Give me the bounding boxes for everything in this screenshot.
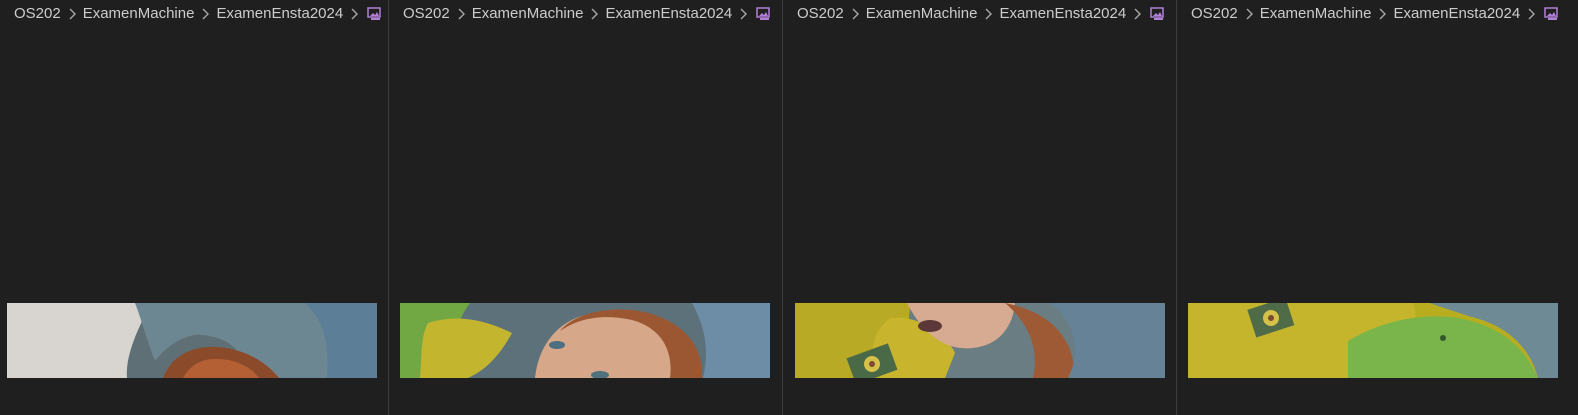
breadcrumb-os202[interactable]: OS202: [14, 2, 61, 26]
editor-pane-3: OS202 ExamenMachine ExamenEnsta2024: [783, 0, 1176, 415]
image-preview-strip: [7, 303, 377, 378]
image-file-icon[interactable]: [1543, 6, 1559, 22]
image-preview-strip: [1188, 303, 1558, 378]
chevron-right-icon: [1527, 8, 1536, 20]
editor-pane-4: OS202 ExamenMachine ExamenEnsta2024: [1177, 0, 1578, 415]
breadcrumb-examenmachine[interactable]: ExamenMachine: [866, 2, 978, 26]
breadcrumb: OS202 ExamenMachine ExamenEnsta2024: [797, 2, 1165, 26]
breadcrumb: OS202 ExamenMachine ExamenEnsta2024: [14, 2, 382, 26]
breadcrumb-os202[interactable]: OS202: [797, 2, 844, 26]
image-preview-strip: [795, 303, 1165, 378]
chevron-right-icon: [350, 8, 359, 20]
chevron-right-icon: [457, 8, 465, 20]
breadcrumb-examenensta2024[interactable]: ExamenEnsta2024: [999, 2, 1126, 26]
chevron-right-icon: [590, 8, 599, 20]
breadcrumb: OS202 ExamenMachine ExamenEnsta2024: [1191, 2, 1559, 26]
breadcrumb: OS202 ExamenMachine ExamenEnsta2024: [403, 2, 771, 26]
chevron-right-icon: [68, 8, 76, 20]
image-file-icon[interactable]: [366, 6, 382, 22]
image-file-icon[interactable]: [755, 6, 771, 22]
breadcrumb-examenensta2024[interactable]: ExamenEnsta2024: [605, 2, 732, 26]
breadcrumb-os202[interactable]: OS202: [403, 2, 450, 26]
breadcrumb-examenmachine[interactable]: ExamenMachine: [83, 2, 195, 26]
editor-pane-1: OS202 ExamenMachine ExamenEnsta2024: [0, 0, 388, 415]
breadcrumb-os202[interactable]: OS202: [1191, 2, 1238, 26]
chevron-right-icon: [851, 8, 859, 20]
editor-workspace: OS202 ExamenMachine ExamenEnsta2024 OS20…: [0, 0, 1578, 415]
chevron-right-icon: [1245, 8, 1253, 20]
chevron-right-icon: [1133, 8, 1142, 20]
editor-pane-2: OS202 ExamenMachine ExamenEnsta2024: [389, 0, 782, 415]
image-file-icon[interactable]: [1149, 6, 1165, 22]
chevron-right-icon: [1378, 8, 1387, 20]
breadcrumb-examenensta2024[interactable]: ExamenEnsta2024: [1393, 2, 1520, 26]
breadcrumb-examenmachine[interactable]: ExamenMachine: [1260, 2, 1372, 26]
chevron-right-icon: [984, 8, 993, 20]
chevron-right-icon: [201, 8, 210, 20]
breadcrumb-examenmachine[interactable]: ExamenMachine: [472, 2, 584, 26]
breadcrumb-examenensta2024[interactable]: ExamenEnsta2024: [216, 2, 343, 26]
chevron-right-icon: [739, 8, 748, 20]
image-preview-strip: [400, 303, 770, 378]
